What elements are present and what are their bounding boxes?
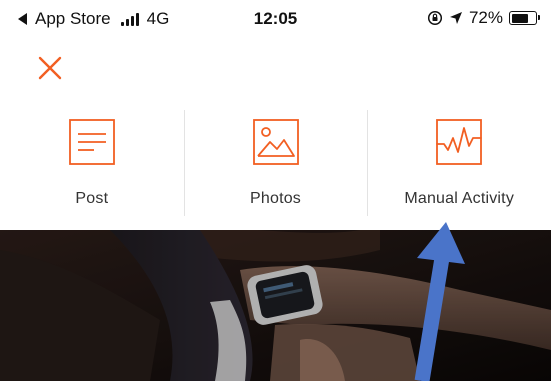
activity-wave-icon [436,119,483,165]
post-option[interactable]: Post [0,106,184,222]
battery-percent: 72% [468,8,503,27]
battery-level-fill [511,13,528,23]
photos-label: Photos [250,190,302,207]
orientation-lock-icon [427,10,443,26]
close-icon [38,56,62,80]
hero-photo-smartwatch [0,230,551,381]
hero-image [0,230,551,381]
photos-option[interactable]: Photos [183,106,368,222]
document-lines-icon [68,119,115,165]
location-arrow-icon [449,12,462,24]
status-right: 72% [427,8,540,28]
manual-activity-option[interactable]: Manual Activity [367,106,551,222]
battery-icon [509,11,540,25]
create-options: Post Photos Manual Activity [0,106,551,222]
close-button[interactable] [32,50,68,86]
status-bar: App Store 4G 12:05 72% [0,0,551,40]
manual-activity-label: Manual Activity [404,190,515,207]
image-icon [252,119,299,165]
post-label: Post [75,190,109,207]
screen: App Store 4G 12:05 72% Post Photos Manua… [0,0,551,381]
